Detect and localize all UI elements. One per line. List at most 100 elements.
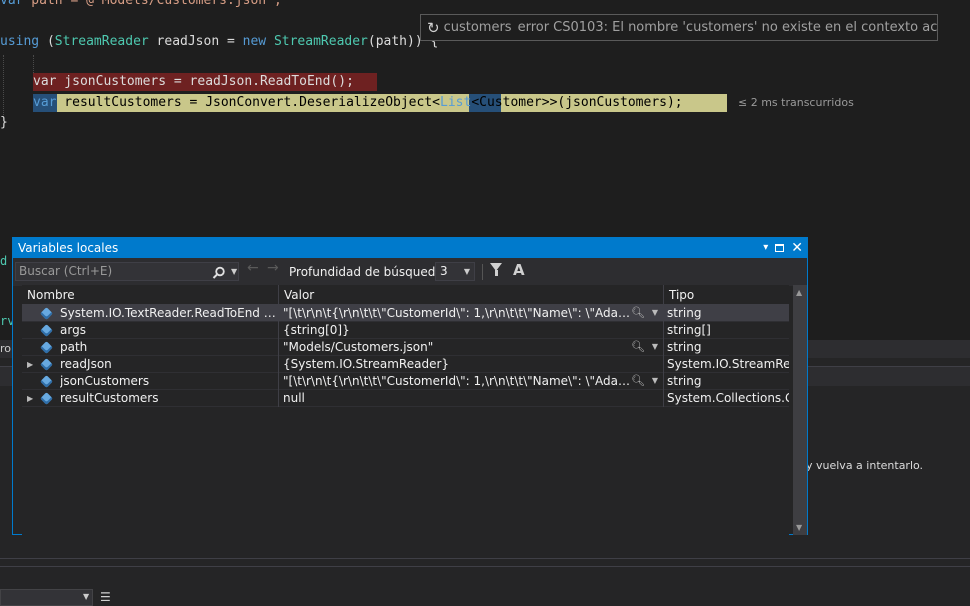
- variable-type: System.Collections.Generic.List: [667, 391, 789, 405]
- error-identifier: customers: [443, 20, 512, 35]
- variable-cube-icon: [40, 375, 53, 388]
- variable-value: "[\t\r\n\t{\r\n\t\t\"CustomerId\": 1,\r\…: [283, 374, 631, 388]
- forward-arrow-icon[interactable]: →: [267, 260, 279, 276]
- variable-name: jsonCustomers: [60, 374, 150, 388]
- grid-header: Nombre Valor Tipo: [22, 285, 789, 305]
- code-fragment: d: [0, 254, 8, 268]
- code-text: <Customer>>(jsonCustomers);: [471, 95, 683, 110]
- maximize-icon[interactable]: [775, 244, 785, 252]
- error-quick-info[interactable]: ↻ customers error CS0103: El nombre 'cus…: [420, 14, 938, 41]
- search-icon[interactable]: 🔍︎: [631, 339, 645, 355]
- row-value-cell[interactable]: "[\t\r\n\t{\r\n\t\t\"CustomerId\": 1,\r\…: [279, 373, 664, 390]
- table-row[interactable]: ▶ readJson {System.IO.StreamReader} Syst…: [22, 356, 789, 373]
- locals-title-bar[interactable]: Variables locales ▾ ✕: [13, 238, 807, 258]
- row-name-cell: path: [22, 339, 279, 356]
- search-icon[interactable]: [212, 266, 226, 280]
- chevron-down-icon[interactable]: ▼: [652, 305, 658, 321]
- list-icon[interactable]: ☰: [100, 590, 114, 604]
- table-row[interactable]: System.IO.TextReader.ReadToEnd devuelto …: [22, 305, 789, 322]
- variable-type: string: [667, 374, 702, 388]
- indent-guide: [3, 55, 4, 115]
- scroll-down-icon[interactable]: ▼: [796, 523, 802, 532]
- code-keyword: using: [0, 34, 40, 49]
- variable-name: System.IO.TextReader.ReadToEnd devuelto: [60, 306, 277, 320]
- scroll-up-icon[interactable]: ▲: [796, 288, 802, 297]
- locals-toolbar: Buscar (Ctrl+E) ▼ ← → Profundidad de bús…: [13, 258, 807, 286]
- variable-type: string: [667, 340, 702, 354]
- variable-cube-icon: [40, 307, 53, 320]
- variable-value: "Models/Customers.json": [283, 340, 434, 354]
- chevron-down-icon[interactable]: ▼: [652, 373, 658, 389]
- table-row[interactable]: path "Models/Customers.json" 🔍︎ ▼ string: [22, 339, 789, 356]
- variable-name: readJson: [60, 357, 112, 371]
- variable-name: path: [60, 340, 88, 354]
- row-name-cell: jsonCustomers: [22, 373, 279, 390]
- code-keyword: var: [33, 95, 57, 110]
- code-text: resultCustomers = JsonConvert.Deserializ…: [56, 95, 440, 110]
- code-text: (: [39, 34, 55, 49]
- column-header-value[interactable]: Valor: [279, 285, 664, 305]
- variable-name: args: [60, 323, 86, 337]
- refresh-icon[interactable]: ↻: [427, 19, 440, 37]
- code-keyword: var: [33, 74, 57, 89]
- variable-value: {System.IO.StreamReader}: [283, 357, 450, 371]
- chevron-down-icon[interactable]: ▼: [231, 263, 237, 280]
- locals-title: Variables locales: [18, 241, 119, 255]
- table-row[interactable]: ▶ resultCustomers null System.Collection…: [22, 390, 789, 407]
- pin-icon[interactable]: ▾: [763, 238, 768, 258]
- bottom-combo-box[interactable]: [0, 589, 93, 606]
- locals-window[interactable]: Variables locales ▾ ✕ Buscar (Ctrl+E) ▼ …: [12, 237, 808, 535]
- variable-value: null: [283, 391, 305, 405]
- variable-cube-icon: [40, 358, 53, 371]
- column-header-name[interactable]: Nombre: [22, 285, 279, 305]
- toolbar-separator: [482, 264, 483, 280]
- chevron-down-icon[interactable]: ▼: [652, 339, 658, 355]
- output-message: y vuelva a intentarlo.: [806, 459, 924, 472]
- variable-type: string[]: [667, 323, 711, 337]
- locals-grid[interactable]: Nombre Valor Tipo System.IO.TextReader.R…: [22, 285, 789, 535]
- code-keyword: new: [242, 34, 267, 49]
- close-icon[interactable]: ✕: [791, 238, 803, 258]
- variable-cube-icon: [40, 341, 53, 354]
- variable-type: System.IO.StreamReader: [667, 357, 789, 371]
- variable-value: "[\t\r\n\t{\r\n\t\t\"CustomerId\": 1,\r\…: [283, 306, 631, 320]
- search-icon[interactable]: 🔍︎: [631, 373, 645, 389]
- row-name-cell: ▶ readJson: [22, 356, 279, 373]
- search-depth-label: Profundidad de búsqueda:: [289, 265, 447, 279]
- back-arrow-icon[interactable]: ←: [247, 260, 259, 276]
- search-input[interactable]: Buscar (Ctrl+E) ▼: [15, 262, 239, 281]
- font-icon[interactable]: A: [513, 261, 525, 279]
- search-depth-select[interactable]: 3 ▼: [435, 262, 475, 281]
- perf-tip[interactable]: ≤ 2 ms transcurridos: [738, 96, 854, 109]
- variable-type: string: [667, 306, 702, 320]
- table-row[interactable]: args {string[0]} string[]: [22, 322, 789, 339]
- row-value-cell[interactable]: "[\t\r\n\t{\r\n\t\t\"CustomerId\": 1,\r\…: [279, 305, 664, 322]
- chevron-down-icon[interactable]: ▼: [83, 592, 89, 601]
- code-line-close[interactable]: }: [0, 113, 8, 133]
- code-text: readJson =: [148, 34, 243, 49]
- expand-arrow-icon[interactable]: ▶: [27, 390, 33, 407]
- column-header-type[interactable]: Tipo: [664, 285, 789, 305]
- code-type: List: [440, 95, 472, 110]
- variable-cube-icon: [40, 324, 53, 337]
- code-line-json[interactable]: var jsonCustomers = readJson.ReadToEnd()…: [33, 72, 354, 92]
- code-type: StreamReader: [54, 34, 149, 49]
- row-value-cell[interactable]: {string[0]}: [279, 322, 664, 339]
- chevron-down-icon[interactable]: ▼: [464, 263, 470, 280]
- search-icon[interactable]: 🔍︎: [631, 305, 645, 321]
- row-value-cell[interactable]: null: [279, 390, 664, 407]
- table-row[interactable]: jsonCustomers "[\t\r\n\t{\r\n\t\t\"Custo…: [22, 373, 789, 390]
- divider: [0, 566, 970, 567]
- row-name-cell: args: [22, 322, 279, 339]
- divider: [0, 558, 970, 559]
- expand-arrow-icon[interactable]: ▶: [27, 356, 33, 373]
- row-value-cell[interactable]: {System.IO.StreamReader}: [279, 356, 664, 373]
- code-line-path[interactable]: var path = @"Models/Customers.json";: [0, 0, 282, 11]
- search-placeholder: Buscar (Ctrl+E): [19, 264, 113, 278]
- variable-name: resultCustomers: [60, 391, 159, 405]
- vertical-scrollbar[interactable]: ▲ ▼: [793, 285, 807, 535]
- row-value-cell[interactable]: "Models/Customers.json" 🔍︎ ▼: [279, 339, 664, 356]
- code-line-result[interactable]: var resultCustomers = JsonConvert.Deseri…: [33, 93, 683, 113]
- code-line-using[interactable]: using (StreamReader readJson = new Strea…: [0, 32, 438, 52]
